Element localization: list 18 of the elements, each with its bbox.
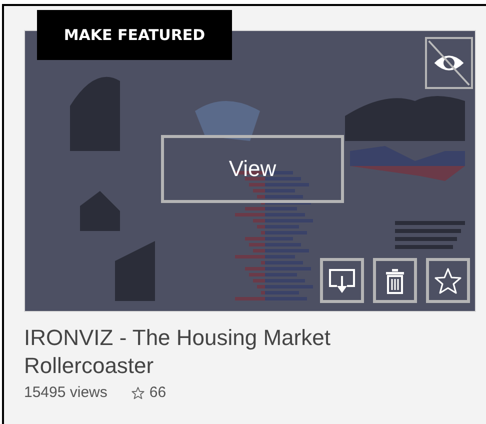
eye-slash-icon (427, 39, 471, 87)
workbook-title[interactable]: IRONVIZ - The Housing Market Rollercoaster (24, 324, 384, 380)
download-button[interactable] (320, 258, 364, 303)
star-icon (131, 386, 146, 400)
favorite-button[interactable] (426, 258, 470, 303)
map-drawing (195, 101, 260, 141)
view-count: 15495 views (24, 384, 108, 401)
bar (395, 245, 453, 249)
area-chart-drawing (115, 241, 155, 301)
bar (395, 221, 465, 225)
bar (395, 229, 461, 233)
area-chart-drawing (80, 191, 120, 231)
bar (395, 237, 457, 241)
hide-toggle[interactable] (425, 37, 473, 89)
delete-button[interactable] (373, 258, 417, 303)
favorite-count: 66 (149, 384, 166, 401)
make-featured-button[interactable]: MAKE FEATURED (37, 10, 232, 60)
star-icon (433, 266, 463, 296)
